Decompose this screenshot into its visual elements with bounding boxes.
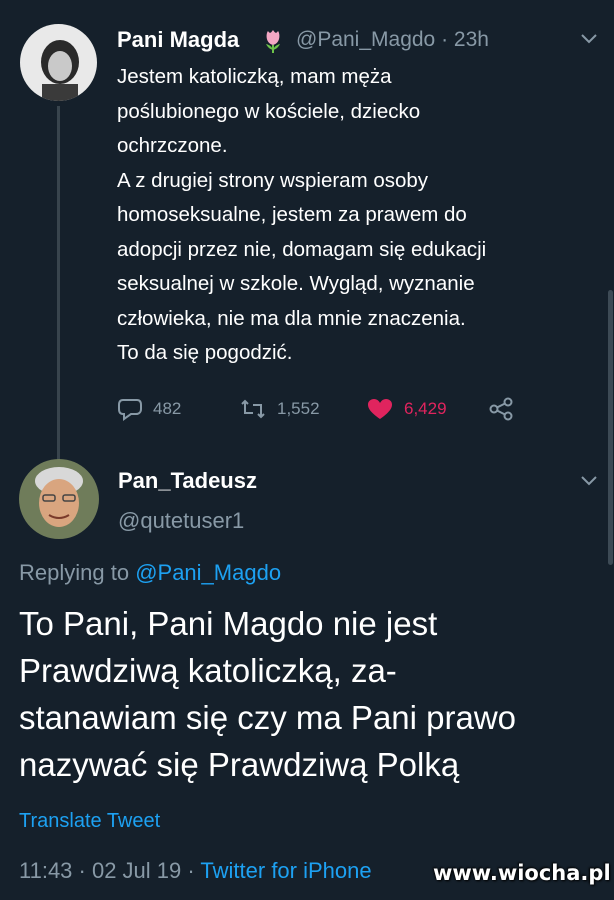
handle-time[interactable]: @Pani_Magdo · 23h [296, 28, 489, 52]
tweet-meta: 11:43 · 02 Jul 19 · Twitter for iPhone [19, 858, 372, 884]
tulip-emoji-icon [258, 25, 288, 60]
reply-icon [118, 399, 142, 421]
chevron-down-icon-2[interactable] [580, 474, 598, 492]
author-name-2[interactable]: Pan_Tadeusz [118, 468, 257, 494]
reply-button[interactable]: 482 [117, 397, 181, 421]
replying-to: Replying to @Pani_Magdo [19, 560, 281, 586]
replying-prefix: Replying to [19, 560, 136, 585]
retweet-button[interactable]: 1,552 [239, 397, 320, 421]
avatar-pani-magda[interactable] [20, 24, 97, 101]
tweet-text: Jestem katoliczką, mam męża poślubionego… [117, 65, 487, 364]
heart-icon [368, 399, 392, 419]
thread-line [57, 106, 60, 464]
like-button[interactable]: 6,429 [366, 397, 447, 421]
watermark: www.wiocha.pl [433, 861, 611, 885]
scrollbar[interactable] [608, 290, 613, 565]
share-button[interactable] [488, 397, 524, 421]
translate-tweet-link[interactable]: Translate Tweet [19, 810, 160, 833]
source-link[interactable]: Twitter for iPhone [200, 858, 371, 883]
timestamp: 11:43 · 02 Jul 19 · [19, 858, 201, 883]
chevron-down-icon[interactable] [580, 32, 598, 50]
retweet-icon [241, 399, 265, 419]
handle-2[interactable]: @qutetuser1 [118, 508, 244, 534]
reply-tweet-text: To Pani, Pani Magdo nie jest Prawdziwą k… [19, 605, 517, 783]
replying-to-link[interactable]: @Pani_Magdo [135, 560, 281, 585]
reply-count: 482 [153, 399, 182, 418]
retweet-count: 1,552 [277, 399, 320, 418]
author-name[interactable]: Pani Magda [117, 27, 239, 53]
avatar-pan-tadeusz[interactable] [19, 459, 99, 539]
like-count: 6,429 [404, 399, 447, 418]
share-icon [489, 397, 513, 421]
